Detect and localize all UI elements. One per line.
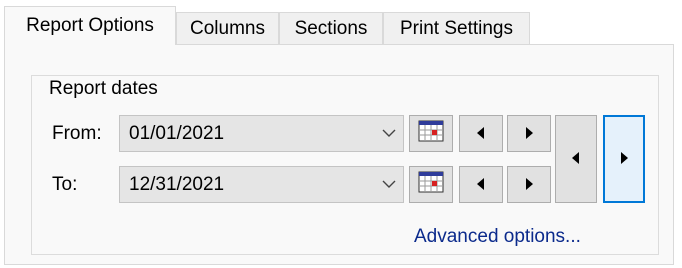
triangle-right-icon bbox=[620, 148, 628, 170]
tab-sections-label: Sections bbox=[294, 17, 368, 39]
to-date-value: 12/31/2021 bbox=[129, 173, 225, 195]
to-calendar-button[interactable] bbox=[409, 166, 453, 203]
from-date-value: 01/01/2021 bbox=[129, 122, 225, 144]
tab-report-options-label: Report Options bbox=[26, 15, 154, 36]
tab-columns[interactable]: Columns bbox=[176, 12, 279, 44]
from-label: From: bbox=[52, 123, 102, 144]
tab-sections[interactable]: Sections bbox=[279, 12, 383, 44]
chevron-down-icon[interactable] bbox=[375, 167, 403, 202]
triangle-right-icon bbox=[525, 123, 533, 145]
to-next-button[interactable] bbox=[507, 166, 551, 203]
from-date-combo[interactable]: 01/01/2021 bbox=[119, 115, 404, 152]
calendar-icon bbox=[418, 120, 444, 148]
to-label: To: bbox=[52, 174, 78, 195]
report-dates-title: Report dates bbox=[45, 78, 164, 100]
from-next-button[interactable] bbox=[507, 115, 551, 152]
tab-print-settings-label: Print Settings bbox=[400, 17, 513, 39]
triangle-right-icon bbox=[525, 174, 533, 196]
tab-print-settings[interactable]: Print Settings bbox=[383, 12, 530, 44]
range-next-button[interactable] bbox=[603, 115, 645, 203]
calendar-icon bbox=[418, 171, 444, 199]
tab-report-options[interactable]: Report Options bbox=[4, 6, 176, 45]
triangle-left-icon bbox=[477, 174, 485, 196]
triangle-left-icon bbox=[477, 123, 485, 145]
range-prev-button[interactable] bbox=[555, 115, 597, 203]
from-prev-button[interactable] bbox=[459, 115, 503, 152]
triangle-left-icon bbox=[572, 148, 580, 170]
to-date-combo[interactable]: 12/31/2021 bbox=[119, 166, 404, 203]
tab-columns-label: Columns bbox=[190, 17, 265, 39]
from-calendar-button[interactable] bbox=[409, 115, 453, 152]
advanced-options-link[interactable]: Advanced options... bbox=[414, 226, 581, 248]
to-prev-button[interactable] bbox=[459, 166, 503, 203]
chevron-down-icon[interactable] bbox=[375, 116, 403, 151]
